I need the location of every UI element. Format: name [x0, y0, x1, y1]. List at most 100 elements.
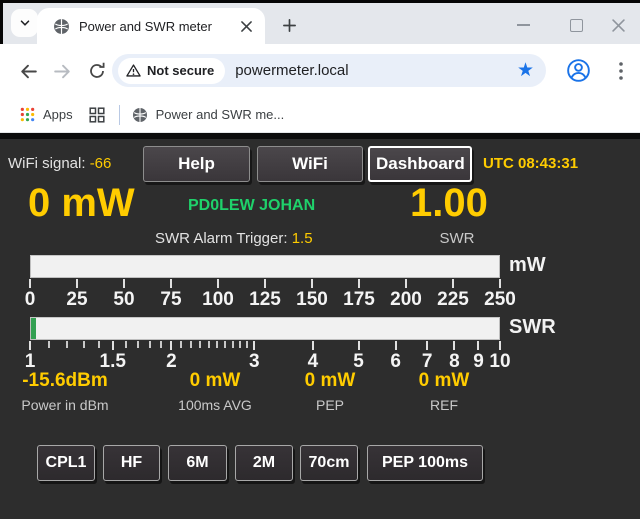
- power-meter-unit: mW: [509, 254, 546, 277]
- major-tick: [358, 341, 360, 350]
- forward-arrow-icon: [52, 61, 73, 82]
- three-dot-menu-icon: [619, 62, 623, 80]
- major-tick: [312, 341, 314, 350]
- bookmark-star-icon[interactable]: ★: [517, 59, 534, 82]
- close-icon: [612, 19, 625, 32]
- major-tick: [477, 341, 479, 350]
- browser-toolbar: Not secure powermeter.local ★: [0, 44, 640, 97]
- minimize-icon: [517, 24, 530, 26]
- callsign-label: PD0LEW JOHAN: [188, 197, 315, 215]
- major-tick: [29, 341, 31, 350]
- new-tab-button[interactable]: [275, 11, 303, 39]
- reload-button[interactable]: [84, 58, 110, 84]
- bookmark-item[interactable]: Power and SWR me...: [156, 107, 285, 122]
- band-button-6m[interactable]: 6M: [168, 445, 227, 481]
- chevron-down-icon: [18, 16, 32, 30]
- major-tick: [499, 279, 501, 288]
- utc-clock: UTC 08:43:31: [483, 155, 578, 172]
- swr-alarm-label: SWR Alarm Trigger:: [155, 230, 288, 247]
- browser-menu-button[interactable]: [612, 58, 630, 84]
- minimize-button[interactable]: [508, 11, 538, 39]
- nav-button-dashboard[interactable]: Dashboard: [368, 146, 472, 182]
- minor-tick: [160, 341, 162, 348]
- minor-tick: [190, 341, 192, 348]
- browser-window: Power and SWR meter: [0, 0, 640, 519]
- minor-tick: [199, 341, 201, 348]
- minor-tick: [216, 341, 218, 348]
- close-button[interactable]: [603, 11, 633, 39]
- band-button-hf[interactable]: HF: [103, 445, 160, 481]
- power-meter-bar: [30, 255, 500, 278]
- minor-tick: [83, 341, 85, 348]
- readout-power-in-dbm: -15.6dBmPower in dBm: [0, 370, 135, 413]
- minor-tick: [48, 341, 50, 348]
- minor-tick: [208, 341, 210, 348]
- readout-label: Power in dBm: [0, 397, 135, 413]
- major-tick: [123, 279, 125, 288]
- swr-meter-fill: [31, 318, 36, 339]
- back-button[interactable]: [15, 58, 41, 84]
- minor-tick: [98, 341, 100, 348]
- major-tick: [395, 341, 397, 350]
- minor-tick: [232, 341, 234, 348]
- power-meter-scale: 0255075100125150175200225250: [30, 279, 530, 315]
- url-text: powermeter.local: [235, 62, 348, 79]
- globe-favicon-icon: [53, 18, 70, 35]
- readout-value: 0 mW: [374, 370, 514, 392]
- swr-reading: 1.00: [410, 181, 488, 225]
- apps-grid-icon[interactable]: [20, 107, 35, 122]
- major-tick: [170, 341, 172, 350]
- tab-strip: Power and SWR meter: [0, 0, 640, 44]
- bookmarks-bar: Apps Power and SWR me...: [0, 97, 640, 133]
- band-button-70cm[interactable]: 70cm: [300, 445, 358, 481]
- major-tick: [358, 279, 360, 288]
- wifi-signal: WiFi signal: -66: [8, 155, 111, 172]
- forward-button[interactable]: [49, 58, 75, 84]
- reload-icon: [87, 61, 107, 81]
- readout-ref: 0 mW REF: [374, 370, 514, 413]
- swr-meter-unit: SWR: [509, 316, 556, 339]
- apps-label[interactable]: Apps: [43, 107, 73, 122]
- readout-label: REF: [374, 397, 514, 413]
- major-tick: [453, 341, 455, 350]
- browser-tab[interactable]: Power and SWR meter: [37, 8, 265, 44]
- major-tick: [426, 341, 428, 350]
- minor-tick: [125, 341, 127, 348]
- nav-button-help[interactable]: Help: [143, 146, 250, 182]
- band-button-pep-100ms[interactable]: PEP 100ms: [367, 445, 483, 481]
- tick-label: 250: [472, 289, 528, 311]
- major-tick: [499, 341, 501, 350]
- major-tick: [112, 341, 114, 350]
- swr-alarm-value: 1.5: [292, 230, 313, 247]
- minor-tick: [180, 341, 182, 348]
- major-tick: [405, 279, 407, 288]
- maximize-button[interactable]: [561, 11, 591, 39]
- profile-avatar-icon: [565, 57, 592, 84]
- minor-tick: [246, 341, 248, 348]
- back-arrow-icon: [18, 61, 39, 82]
- band-button-cpl1[interactable]: CPL1: [37, 445, 95, 481]
- page-content: WiFi signal: -66 UTC 08:43:31 0 mW PD0LE…: [0, 133, 640, 519]
- warning-triangle-icon: [126, 63, 141, 78]
- profile-button[interactable]: [565, 57, 592, 84]
- band-button-2m[interactable]: 2M: [235, 445, 293, 481]
- major-tick: [452, 279, 454, 288]
- nav-button-wifi[interactable]: WiFi: [257, 146, 363, 182]
- swr-caption: SWR: [428, 230, 486, 247]
- maximize-icon: [570, 19, 583, 32]
- tab-close-icon[interactable]: [237, 17, 255, 35]
- bookmarks-divider: [119, 105, 120, 125]
- minor-tick: [137, 341, 139, 348]
- major-tick: [76, 279, 78, 288]
- reading-list-grid-icon[interactable]: [89, 107, 105, 123]
- major-tick: [170, 279, 172, 288]
- address-bar[interactable]: Not secure powermeter.local ★: [112, 54, 546, 87]
- major-tick: [264, 279, 266, 288]
- security-chip[interactable]: Not secure: [118, 58, 225, 84]
- minor-tick: [224, 341, 226, 348]
- minor-tick: [149, 341, 151, 348]
- page-top-border: [0, 133, 640, 139]
- swr-meter-bar: [30, 317, 500, 340]
- major-tick: [253, 341, 255, 350]
- tab-search-button[interactable]: [11, 9, 38, 37]
